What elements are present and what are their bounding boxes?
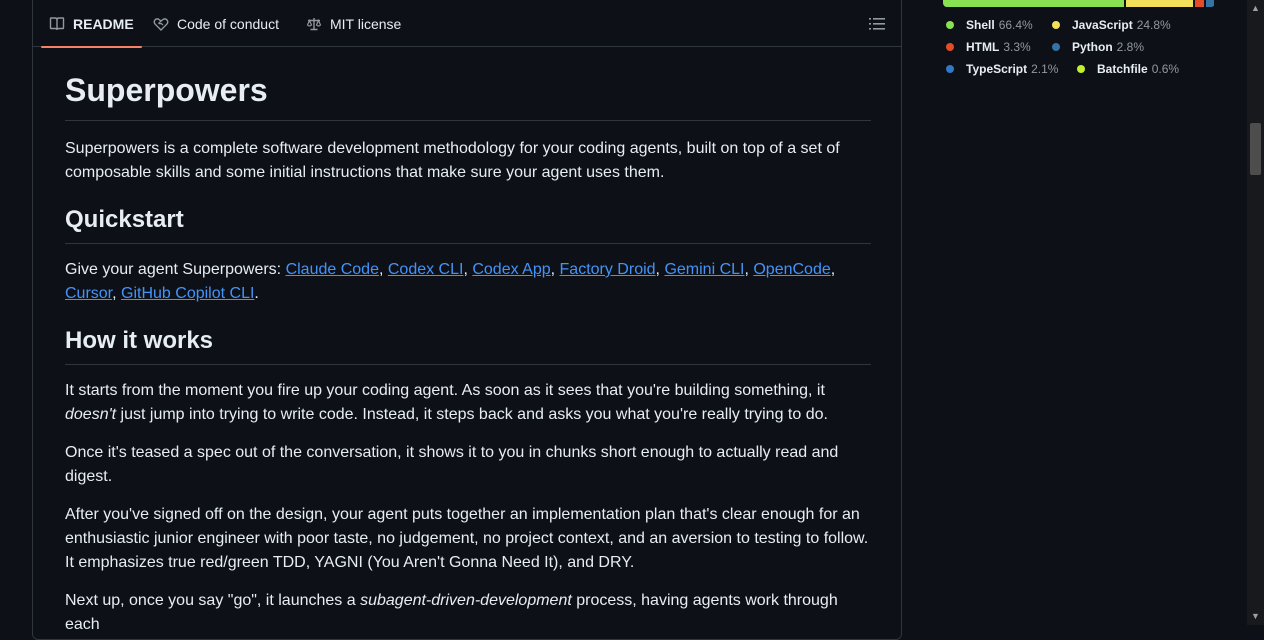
scroll-thumb[interactable] xyxy=(1250,123,1261,175)
tab-readme-label: README xyxy=(73,15,134,32)
readme-title: Superpowers xyxy=(65,48,871,121)
link-opencode[interactable]: OpenCode xyxy=(753,261,830,278)
tab-readme[interactable]: README xyxy=(41,0,142,48)
heart-handshake-icon xyxy=(153,17,169,31)
link-codex-cli[interactable]: Codex CLI xyxy=(388,261,464,278)
language-item-html[interactable]: HTML 3.3% xyxy=(943,38,1031,56)
intro-paragraph: Superpowers is a complete software devel… xyxy=(65,140,840,181)
language-color-dot xyxy=(1052,43,1060,51)
quickstart-prefix: Give your agent Superpowers: xyxy=(65,261,286,278)
language-bar xyxy=(943,0,1215,7)
page-scrollbar[interactable]: ▲ ▼ xyxy=(1247,0,1264,625)
language-color-dot xyxy=(946,21,954,29)
language-bar-segment-python xyxy=(1206,0,1214,7)
how-paragraph-2: Once it's teased a spec out of the conve… xyxy=(65,444,839,485)
readme-content: Superpowers Superpowers is a complete so… xyxy=(65,48,871,637)
language-item-typescript[interactable]: TypeScript 2.1% xyxy=(943,60,1058,78)
language-item-batchfile[interactable]: Batchfile 0.6% xyxy=(1074,60,1179,78)
language-color-dot xyxy=(1077,65,1085,73)
language-color-dot xyxy=(946,65,954,73)
readme-panel: README Code of conduct MIT license Super… xyxy=(32,0,902,640)
quickstart-paragraph: Give your agent Superpowers: Claude Code… xyxy=(65,261,836,302)
scroll-down-arrow-icon[interactable]: ▼ xyxy=(1247,608,1264,625)
link-factory-droid[interactable]: Factory Droid xyxy=(560,261,656,278)
quickstart-heading: Quickstart xyxy=(65,205,871,244)
language-color-dot xyxy=(1052,21,1060,29)
readme-tabs: README Code of conduct MIT license xyxy=(33,0,901,48)
language-item-shell[interactable]: Shell 66.4% xyxy=(943,16,1033,34)
languages-panel: Shell 66.4% JavaScript 24.8% HTML 3.3% P… xyxy=(943,0,1215,100)
scale-icon xyxy=(306,17,322,30)
tab-mit-license[interactable]: MIT license xyxy=(306,0,401,47)
link-claude-code[interactable]: Claude Code xyxy=(286,261,379,278)
how-paragraph-1: It starts from the moment you fire up yo… xyxy=(65,382,828,423)
language-item-python[interactable]: Python 2.8% xyxy=(1049,38,1144,56)
tab-conduct-label: Code of conduct xyxy=(177,15,279,32)
link-github-copilot-cli[interactable]: GitHub Copilot CLI xyxy=(121,285,254,302)
book-icon xyxy=(49,16,65,30)
list-icon xyxy=(869,18,885,30)
link-codex-app[interactable]: Codex App xyxy=(472,261,550,278)
language-bar-segment-html xyxy=(1195,0,1205,7)
tab-license-label: MIT license xyxy=(330,15,402,32)
how-paragraph-3: After you've signed off on the design, y… xyxy=(65,506,869,571)
how-it-works-heading: How it works xyxy=(65,326,871,365)
language-bar-segment-javascript xyxy=(1125,0,1194,7)
link-cursor[interactable]: Cursor xyxy=(65,285,112,302)
how-paragraph-4: Next up, once you say "go", it launches … xyxy=(65,592,838,633)
scroll-up-arrow-icon[interactable]: ▲ xyxy=(1247,0,1264,17)
tab-code-of-conduct[interactable]: Code of conduct xyxy=(153,0,279,47)
link-gemini-cli[interactable]: Gemini CLI xyxy=(664,261,744,278)
language-item-javascript[interactable]: JavaScript 24.8% xyxy=(1049,16,1171,34)
language-bar-segment-shell xyxy=(943,0,1124,7)
language-color-dot xyxy=(946,43,954,51)
table-of-contents-button[interactable] xyxy=(867,14,887,34)
